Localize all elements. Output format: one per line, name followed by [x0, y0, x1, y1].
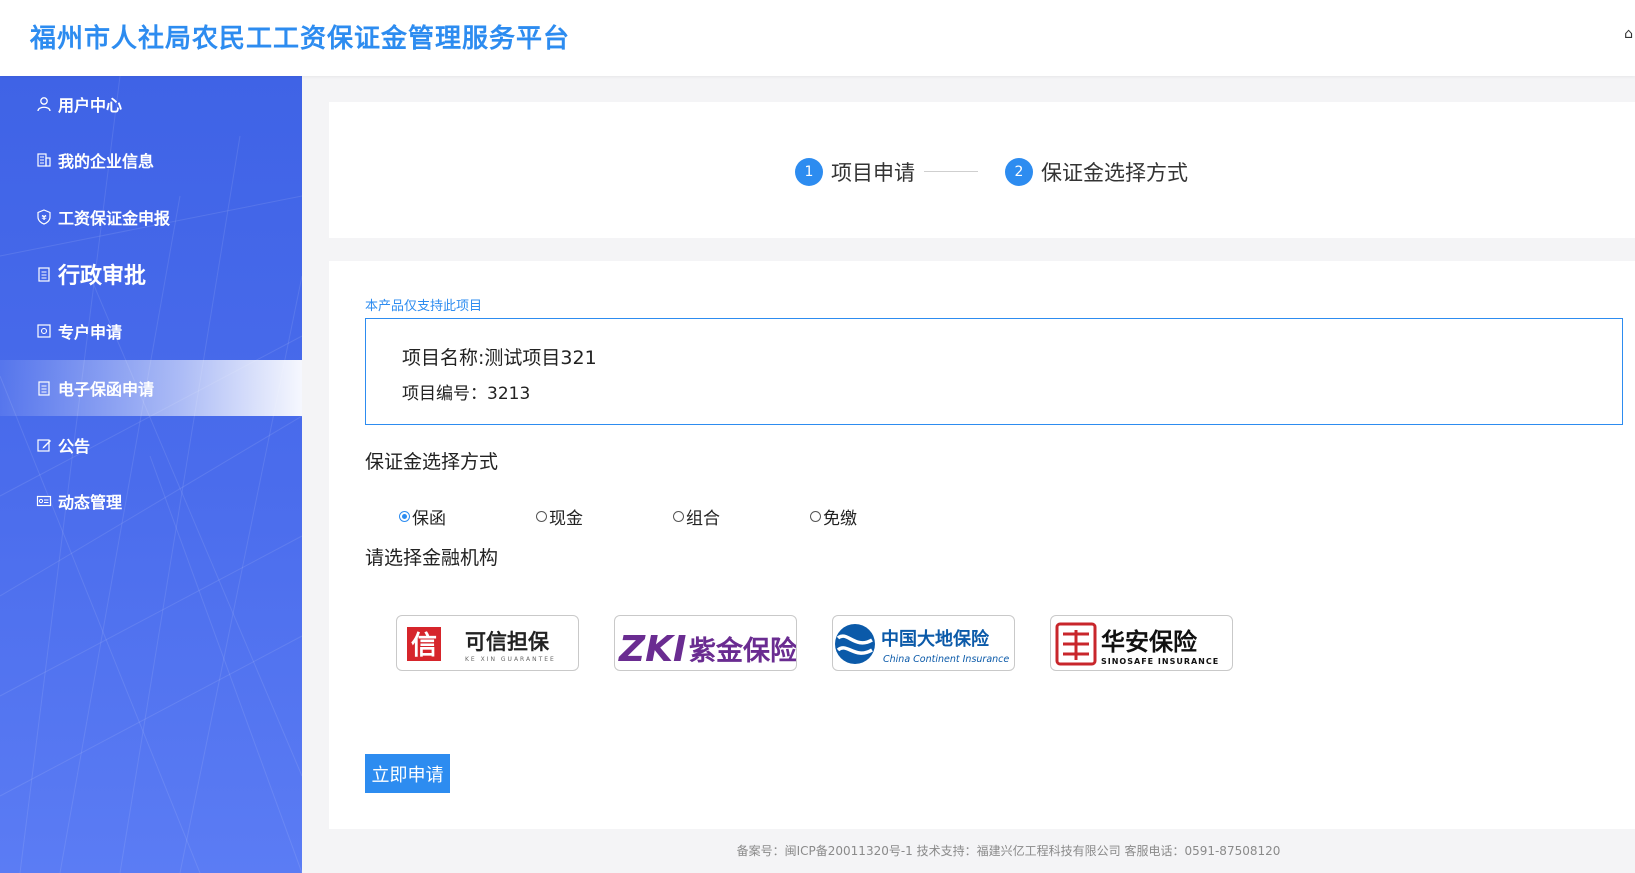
top-header: 福州市人社局农民工工资保证金管理服务平台 ⌂ — [0, 0, 1635, 76]
account-icon — [37, 324, 51, 338]
apply-now-button[interactable]: 立即申请 — [365, 754, 450, 793]
sidebar-item-company-info[interactable]: 我的企业信息 — [0, 132, 302, 188]
svg-text:KE XIN GUARANTEE: KE XIN GUARANTEE — [465, 656, 556, 663]
step-label: 保证金选择方式 — [1041, 161, 1188, 185]
institution-kexin-guarantee[interactable]: 信 可信担保 KE XIN GUARANTEE — [396, 615, 579, 671]
step-deposit-method: 2 保证金选择方式 — [1005, 157, 1188, 187]
home-icon[interactable]: ⌂ — [1624, 26, 1633, 42]
zijin-logo-icon: ZKI 紫金保险 — [618, 629, 797, 670]
sidebar-item-dynamic-management[interactable]: 动态管理 — [0, 473, 302, 529]
clipboard-icon — [38, 267, 50, 282]
sinosafe-logo-icon: 华安保险 SINOSAFE INSURANCE — [1055, 622, 1219, 666]
step-number: 2 — [1005, 158, 1033, 186]
sidebar-item-user-center[interactable]: 用户中心 — [0, 76, 302, 132]
sidebar-item-label: 公告 — [58, 437, 91, 456]
card-icon — [36, 495, 52, 507]
steps-card: 1 项目申请 2 保证金选择方式 — [329, 102, 1635, 238]
step-number: 1 — [795, 158, 823, 186]
svg-text:信: 信 — [411, 631, 437, 661]
platform-title: 福州市人社局农民工工资保证金管理服务平台 — [30, 24, 571, 54]
svg-text:SINOSAFE INSURANCE: SINOSAFE INSURANCE — [1101, 657, 1219, 666]
radio-dot[interactable] — [810, 511, 821, 522]
deposit-method-title: 保证金选择方式 — [365, 451, 499, 473]
radio-dot[interactable] — [673, 511, 684, 522]
document-icon — [38, 381, 50, 396]
sidebar-item-admin-approval[interactable]: 行政审批 — [0, 246, 302, 302]
institution-zijin-insurance[interactable]: ZKI 紫金保险 — [614, 615, 797, 671]
institution-china-continent[interactable]: 中国大地保险 China Continent Insurance — [832, 615, 1015, 671]
sidebar-item-label: 我的企业信息 — [58, 152, 155, 171]
sidebar-item-announcement[interactable]: 公告 — [0, 417, 302, 473]
svg-text:华安保险: 华安保险 — [1101, 628, 1198, 656]
project-info-box: 项目名称:测试项目321 项目编号：3213 — [365, 318, 1623, 425]
institution-title: 请选择金融机构 — [365, 547, 499, 569]
edit-icon — [37, 439, 51, 452]
svg-text:中国大地保险: 中国大地保险 — [881, 628, 990, 650]
project-name: 项目名称:测试项目321 — [402, 347, 597, 369]
user-icon — [37, 97, 51, 112]
svg-text:ZKI: ZKI — [618, 629, 686, 670]
step-connector — [924, 171, 978, 172]
sidebar-item-label: 行政审批 — [58, 264, 147, 289]
building-icon — [37, 153, 51, 167]
svg-text:可信担保: 可信担保 — [465, 630, 550, 654]
sidebar-item-e-guarantee[interactable]: 电子保函申请 — [0, 360, 302, 416]
radio-label: 现金 — [549, 509, 583, 529]
svg-text:China Continent Insurance: China Continent Insurance — [883, 654, 1009, 665]
radio-dot[interactable] — [399, 511, 410, 522]
footer-info: 备案号：闽ICP备20011320号-1 技术支持：福建兴亿工程科技有限公司 客… — [736, 844, 1281, 858]
radio-label: 免缴 — [823, 509, 857, 529]
sidebar-item-wage-deposit-report[interactable]: ¥ 工资保证金申报 — [0, 189, 302, 245]
institution-sinosafe[interactable]: 华安保险 SINOSAFE INSURANCE — [1050, 615, 1233, 671]
radio-label: 保函 — [412, 509, 446, 529]
deposit-method-radio-group: 保函 现金 组合 免缴 — [399, 504, 947, 529]
institution-list: 信 可信担保 KE XIN GUARANTEE ZKI 紫金保险 中国大地保险 … — [396, 615, 1268, 671]
sidebar-item-label: 工资保证金申报 — [58, 209, 171, 228]
sidebar-item-label: 动态管理 — [58, 493, 123, 512]
step-label: 项目申请 — [831, 161, 915, 185]
radio-guarantee-letter[interactable]: 保函 — [399, 504, 536, 529]
radio-label: 组合 — [686, 509, 720, 529]
sidebar-item-special-account[interactable]: 专户申请 — [0, 303, 302, 359]
svg-text:紫金保险: 紫金保险 — [689, 635, 797, 667]
radio-dot[interactable] — [536, 511, 547, 522]
china-continent-logo-icon: 中国大地保险 China Continent Insurance — [835, 624, 1009, 665]
sidebar-item-label: 电子保函申请 — [58, 380, 155, 399]
svg-text:¥: ¥ — [42, 214, 47, 222]
project-hint: 本产品仅支持此项目 — [365, 299, 483, 314]
project-code: 项目编号：3213 — [402, 384, 531, 404]
kexin-logo-icon: 信 可信担保 KE XIN GUARANTEE — [407, 627, 556, 663]
sidebar-item-label: 专户申请 — [58, 323, 123, 342]
step-project-application: 1 项目申请 — [795, 157, 915, 187]
application-form: 本产品仅支持此项目 项目名称:测试项目321 项目编号：3213 保证金选择方式… — [329, 261, 1635, 829]
sidebar: 用户中心 我的企业信息 ¥ 工资保证金申报 行政审批 专户申请 电子保函申请 公… — [0, 76, 302, 873]
radio-cash[interactable]: 现金 — [536, 504, 673, 529]
shield-icon: ¥ — [37, 209, 51, 225]
sidebar-item-label: 用户中心 — [58, 96, 123, 115]
radio-exempt[interactable]: 免缴 — [810, 504, 947, 529]
radio-combination[interactable]: 组合 — [673, 504, 810, 529]
